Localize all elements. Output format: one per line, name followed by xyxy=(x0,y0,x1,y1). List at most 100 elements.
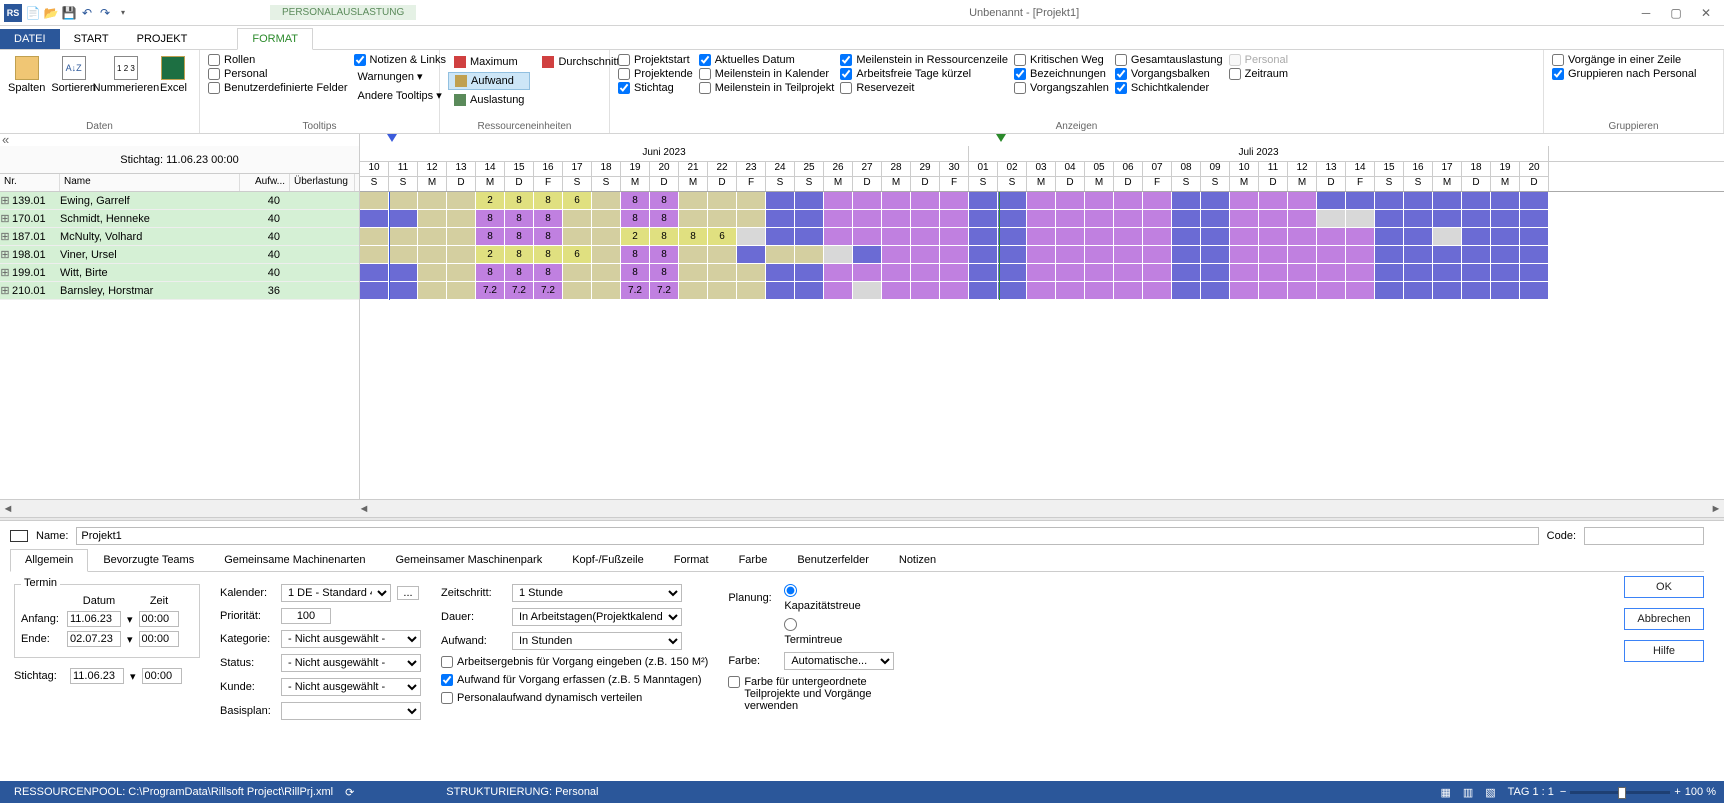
workload-cell[interactable] xyxy=(1375,282,1404,300)
workload-cell[interactable] xyxy=(824,210,853,228)
workload-cell[interactable]: 8 xyxy=(650,210,679,228)
workload-cell[interactable] xyxy=(1259,282,1288,300)
workload-cell[interactable] xyxy=(1259,246,1288,264)
workload-cell[interactable] xyxy=(447,228,476,246)
chk-aufwand-erfassen[interactable]: Aufwand für Vorgang erfassen (z.B. 5 Man… xyxy=(441,674,708,686)
workload-cell[interactable] xyxy=(418,210,447,228)
workload-cell[interactable] xyxy=(998,192,1027,210)
workload-cell[interactable] xyxy=(418,246,447,264)
workload-cell[interactable] xyxy=(1114,246,1143,264)
undo-icon[interactable]: ↶ xyxy=(80,6,94,20)
chk-vorgangsbalken[interactable]: Vorgangsbalken xyxy=(1115,68,1223,80)
expand-icon[interactable]: ⊞ xyxy=(0,194,10,207)
workload-cell[interactable] xyxy=(360,264,389,282)
workload-cell[interactable]: 7.2 xyxy=(534,282,563,300)
qat-dropdown-icon[interactable]: ▾ xyxy=(116,6,130,20)
sortieren-button[interactable]: A↓ZSortieren xyxy=(51,52,96,94)
zoom-in-icon[interactable]: + xyxy=(1674,786,1680,798)
refresh-icon[interactable]: ⟳ xyxy=(345,786,354,799)
workload-cell[interactable] xyxy=(1085,264,1114,282)
workload-cell[interactable] xyxy=(940,246,969,264)
code-input[interactable] xyxy=(1584,527,1704,545)
workload-cell[interactable] xyxy=(418,192,447,210)
start-marker-icon[interactable] xyxy=(387,134,397,142)
workload-cell[interactable] xyxy=(1404,228,1433,246)
resource-row[interactable]: ⊞139.01Ewing, Garrelf40 xyxy=(0,192,359,210)
kalender-select[interactable]: 1 DE - Standard 40-Stur xyxy=(281,584,391,602)
workload-cell[interactable] xyxy=(1346,192,1375,210)
close-button[interactable]: ✕ xyxy=(1692,3,1720,23)
workload-cell[interactable] xyxy=(592,246,621,264)
workload-cell[interactable] xyxy=(998,264,1027,282)
workload-cell[interactable] xyxy=(737,210,766,228)
auslastung-button[interactable]: Auslastung xyxy=(448,92,530,108)
chk-schichtkalender[interactable]: Schichtkalender xyxy=(1115,82,1223,94)
workload-cell[interactable] xyxy=(1201,192,1230,210)
workload-cell[interactable] xyxy=(1056,264,1085,282)
stichtag-marker-icon[interactable] xyxy=(996,134,1006,142)
workload-cell[interactable] xyxy=(853,210,882,228)
chk-benutzerdef[interactable]: Benutzerdefinierte Felder xyxy=(208,82,348,94)
workload-cell[interactable] xyxy=(1288,264,1317,282)
workload-cell[interactable] xyxy=(1375,264,1404,282)
workload-cell[interactable]: 8 xyxy=(534,228,563,246)
workload-cell[interactable] xyxy=(1520,228,1549,246)
workload-cell[interactable] xyxy=(795,282,824,300)
workload-cell[interactable] xyxy=(1259,210,1288,228)
workload-cell[interactable] xyxy=(1520,210,1549,228)
workload-cell[interactable] xyxy=(360,192,389,210)
scroll-left2-button[interactable]: ◄ xyxy=(356,503,372,515)
workload-cell[interactable] xyxy=(1317,210,1346,228)
workload-cell[interactable] xyxy=(737,228,766,246)
workload-cell[interactable] xyxy=(1230,210,1259,228)
workload-cell[interactable] xyxy=(1375,210,1404,228)
nummerieren-button[interactable]: 1 2 3Nummerieren xyxy=(102,52,150,94)
workload-cell[interactable] xyxy=(1201,264,1230,282)
open-icon[interactable]: 📂 xyxy=(44,6,58,20)
workload-cell[interactable]: 7.2 xyxy=(650,282,679,300)
workload-cell[interactable] xyxy=(1143,282,1172,300)
workload-cell[interactable] xyxy=(1230,228,1259,246)
chk-arbeitsergebnis[interactable]: Arbeitsergebnis für Vorgang eingeben (z.… xyxy=(441,656,708,668)
date-dropdown-icon[interactable]: ▾ xyxy=(127,633,133,646)
workload-cell[interactable]: 8 xyxy=(505,264,534,282)
chk-reservezeit[interactable]: Reservezeit xyxy=(840,82,1008,94)
workload-cell[interactable] xyxy=(969,228,998,246)
workload-cell[interactable] xyxy=(911,264,940,282)
workload-cell[interactable] xyxy=(1404,210,1433,228)
prop-tab[interactable]: Kopf-/Fußzeile xyxy=(557,549,659,571)
workload-cell[interactable]: 8 xyxy=(505,228,534,246)
resource-row[interactable]: ⊞199.01Witt, Birte40 xyxy=(0,264,359,282)
workload-cell[interactable] xyxy=(1462,282,1491,300)
workload-cell[interactable] xyxy=(853,228,882,246)
workload-cell[interactable]: 8 xyxy=(650,192,679,210)
scroll-left-icon[interactable]: « xyxy=(2,132,353,147)
farbe-select[interactable]: Automatische... xyxy=(784,652,894,670)
workload-cell[interactable] xyxy=(1346,282,1375,300)
workload-cell[interactable] xyxy=(969,210,998,228)
workload-cell[interactable] xyxy=(795,264,824,282)
workload-cell[interactable] xyxy=(360,210,389,228)
kunde-select[interactable]: - Nicht ausgewählt - xyxy=(281,678,421,696)
workload-cell[interactable] xyxy=(1520,246,1549,264)
workload-cell[interactable] xyxy=(1114,210,1143,228)
chk-gesamtauslastung[interactable]: Gesamtauslastung xyxy=(1115,54,1223,66)
workload-cell[interactable] xyxy=(1317,228,1346,246)
workload-cell[interactable] xyxy=(824,228,853,246)
status-select[interactable]: - Nicht ausgewählt - xyxy=(281,654,421,672)
workload-cell[interactable]: 8 xyxy=(476,264,505,282)
workload-cell[interactable] xyxy=(679,282,708,300)
spalten-button[interactable]: Spalten xyxy=(8,52,45,94)
workload-cell[interactable] xyxy=(1230,282,1259,300)
workload-cell[interactable]: 8 xyxy=(534,210,563,228)
workload-cell[interactable] xyxy=(418,264,447,282)
workload-cell[interactable] xyxy=(1143,228,1172,246)
dauer-select[interactable]: In Arbeitstagen(Projektkalender abh xyxy=(512,608,682,626)
workload-cell[interactable] xyxy=(853,192,882,210)
workload-cell[interactable] xyxy=(998,210,1027,228)
chk-arbeitsfreie[interactable]: Arbeitsfreie Tage kürzel xyxy=(840,68,1008,80)
workload-cell[interactable] xyxy=(1027,228,1056,246)
prop-tab[interactable]: Bevorzugte Teams xyxy=(88,549,209,571)
chk-notizen[interactable]: Notizen & Links xyxy=(354,54,446,66)
workload-cell[interactable] xyxy=(679,210,708,228)
